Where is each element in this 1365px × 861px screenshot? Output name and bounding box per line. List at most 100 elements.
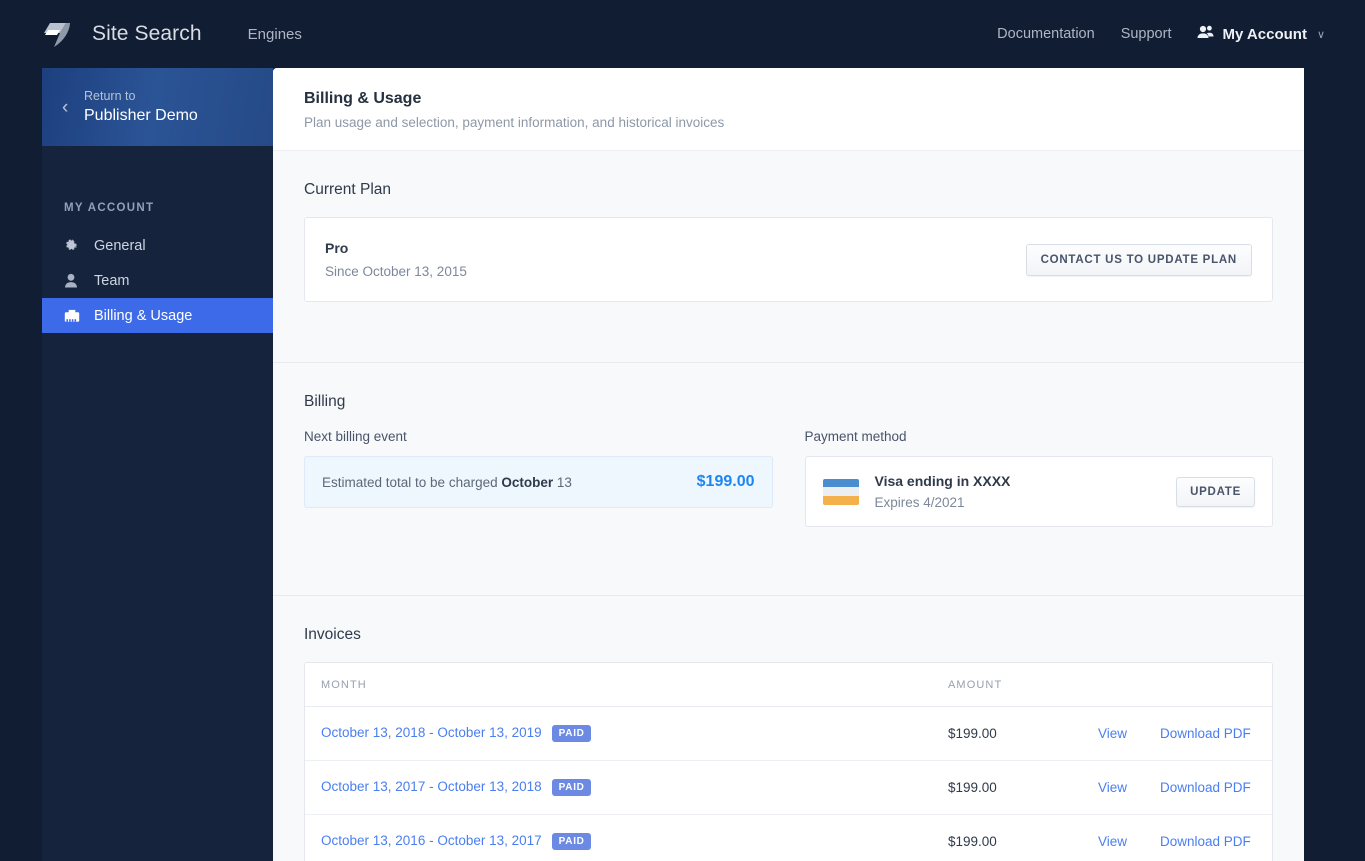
invoice-download-cell: Download PDF [1144, 815, 1272, 861]
invoice-view-cell: View [1082, 706, 1144, 761]
sidebar-section-title: MY ACCOUNT [64, 202, 155, 214]
payment-method-column: Payment method Visa ending in XXXX Expir… [804, 429, 1273, 527]
column-header-amount: AMOUNT [932, 663, 1082, 707]
invoice-download-cell: Download PDF [1144, 760, 1272, 815]
invoice-month-cell: October 13, 2018 - October 13, 2019 PAID [305, 706, 932, 761]
view-invoice-link[interactable]: View [1098, 780, 1127, 795]
invoices-table: MONTH AMOUNT October 13, 2018 - October … [305, 663, 1272, 861]
next-billing-text: Estimated total to be charged October 13 [322, 475, 572, 490]
section-divider [273, 362, 1304, 363]
current-plan-section: Current Plan Pro Since October 13, 2015 … [273, 181, 1304, 362]
plan-name: Pro [325, 240, 349, 256]
next-billing-column: Next billing event Estimated total to be… [304, 429, 773, 527]
column-header-month: MONTH [305, 663, 932, 707]
download-pdf-link[interactable]: Download PDF [1160, 780, 1251, 795]
invoice-month-cell: October 13, 2016 - October 13, 2017 PAID [305, 815, 932, 861]
invoice-month-cell: October 13, 2017 - October 13, 2018 PAID [305, 760, 932, 815]
return-to-label: Return to [84, 88, 136, 103]
return-to-title: Publisher Demo [84, 106, 198, 124]
invoice-download-cell: Download PDF [1144, 706, 1272, 761]
main-content-panel: Billing & Usage Plan usage and selection… [273, 68, 1304, 861]
invoices-table-wrapper: MONTH AMOUNT October 13, 2018 - October … [304, 662, 1273, 861]
page-subtitle: Plan usage and selection, payment inform… [304, 115, 725, 130]
my-account-label: My Account [1222, 25, 1307, 43]
table-header-row: MONTH AMOUNT [305, 663, 1272, 707]
estimate-prefix: Estimated total to be charged [322, 474, 502, 490]
contact-us-to-update-plan-button[interactable]: CONTACT US TO UPDATE PLAN [1025, 243, 1252, 276]
sidebar-nav-list: General Team Billing & Usage [42, 228, 273, 333]
invoices-table-head: MONTH AMOUNT [305, 663, 1272, 707]
people-icon [1197, 25, 1214, 43]
status-badge: PAID [551, 779, 591, 796]
billing-columns: Next billing event Estimated total to be… [304, 429, 1273, 527]
lightning-bolt-logo-icon [40, 15, 78, 53]
column-header-view [1082, 663, 1144, 707]
plan-since: Since October 13, 2015 [325, 264, 467, 279]
sidebar-item-label: General [94, 237, 146, 254]
top-nav-right-group: Documentation Support My Account ∨ [997, 25, 1325, 43]
download-pdf-link[interactable]: Download PDF [1160, 834, 1251, 849]
update-payment-method-button[interactable]: UPDATE [1176, 476, 1255, 507]
chevron-left-icon: ‹ [62, 96, 69, 118]
estimate-month: October [501, 474, 554, 490]
download-pdf-link[interactable]: Download PDF [1160, 726, 1251, 741]
next-billing-amount: $199.00 [696, 473, 755, 490]
person-icon [64, 273, 88, 288]
invoice-amount: $199.00 [932, 760, 1082, 815]
sidebar-item-general[interactable]: General [42, 228, 273, 263]
invoice-view-cell: View [1082, 760, 1144, 815]
sidebar-item-team[interactable]: Team [42, 263, 273, 298]
invoice-amount: $199.00 [932, 706, 1082, 761]
chevron-down-icon: ∨ [1316, 28, 1325, 41]
invoice-view-cell: View [1082, 815, 1144, 861]
invoice-period-link[interactable]: October 13, 2017 - October 13, 2018 [321, 779, 542, 794]
sidebar: ‹ Return to Publisher Demo MY ACCOUNT Ge… [42, 68, 273, 861]
invoice-amount: $199.00 [948, 834, 997, 849]
current-plan-heading: Current Plan [304, 181, 392, 198]
plan-info: Pro Since October 13, 2015 [325, 240, 467, 279]
billing-heading: Billing [304, 393, 346, 410]
invoices-section: Invoices MONTH AMOUNT October 13, 2018 -… [273, 626, 1304, 861]
card-expiry: Expires 4/2021 [874, 495, 965, 510]
my-account-menu[interactable]: My Account ∨ [1197, 25, 1325, 43]
brand[interactable]: Site Search [40, 15, 202, 53]
view-invoice-link[interactable]: View [1098, 834, 1127, 849]
section-divider [273, 595, 1304, 596]
sidebar-item-billing-and-usage[interactable]: Billing & Usage [42, 298, 273, 333]
nav-engines-link[interactable]: Engines [248, 26, 302, 43]
next-billing-card: Estimated total to be charged October 13… [304, 456, 773, 508]
status-badge: PAID [551, 725, 591, 742]
next-billing-event-label: Next billing event [304, 429, 407, 444]
invoice-period-link[interactable]: October 13, 2018 - October 13, 2019 [321, 725, 542, 740]
return-to-text: Return to Publisher Demo [84, 88, 198, 127]
estimate-day: 13 [553, 474, 572, 490]
billing-section: Billing Next billing event Estimated tot… [273, 393, 1304, 595]
invoices-heading: Invoices [304, 626, 361, 643]
nav-support-link[interactable]: Support [1121, 26, 1172, 42]
briefcase-icon [64, 309, 88, 323]
table-row: October 13, 2016 - October 13, 2017 PAID … [305, 815, 1272, 861]
page-header: Billing & Usage Plan usage and selection… [273, 68, 1304, 151]
invoice-period-link[interactable]: October 13, 2016 - October 13, 2017 [321, 833, 542, 848]
nav-documentation-link[interactable]: Documentation [997, 26, 1095, 42]
payment-method-card: Visa ending in XXXX Expires 4/2021 UPDAT… [804, 456, 1273, 527]
payment-method-label: Payment method [804, 429, 907, 444]
view-invoice-link[interactable]: View [1098, 726, 1127, 741]
gear-icon [64, 238, 88, 253]
visa-card-icon [822, 478, 859, 505]
top-navigation-bar: Site Search Engines Documentation Suppor… [0, 0, 1365, 68]
return-to-button[interactable]: ‹ Return to Publisher Demo [42, 68, 273, 146]
page-title: Billing & Usage [304, 90, 422, 107]
column-header-download [1144, 663, 1272, 707]
table-row: October 13, 2017 - October 13, 2018 PAID … [305, 760, 1272, 815]
sidebar-item-label: Billing & Usage [94, 307, 193, 324]
payment-card-info: Visa ending in XXXX Expires 4/2021 [875, 473, 1011, 510]
sidebar-item-label: Team [94, 272, 130, 289]
table-row: October 13, 2018 - October 13, 2019 PAID … [305, 706, 1272, 761]
invoices-table-body: October 13, 2018 - October 13, 2019 PAID … [305, 706, 1272, 861]
brand-name: Site Search [92, 22, 202, 45]
status-badge: PAID [551, 833, 591, 850]
current-plan-card: Pro Since October 13, 2015 CONTACT US TO… [304, 217, 1273, 302]
